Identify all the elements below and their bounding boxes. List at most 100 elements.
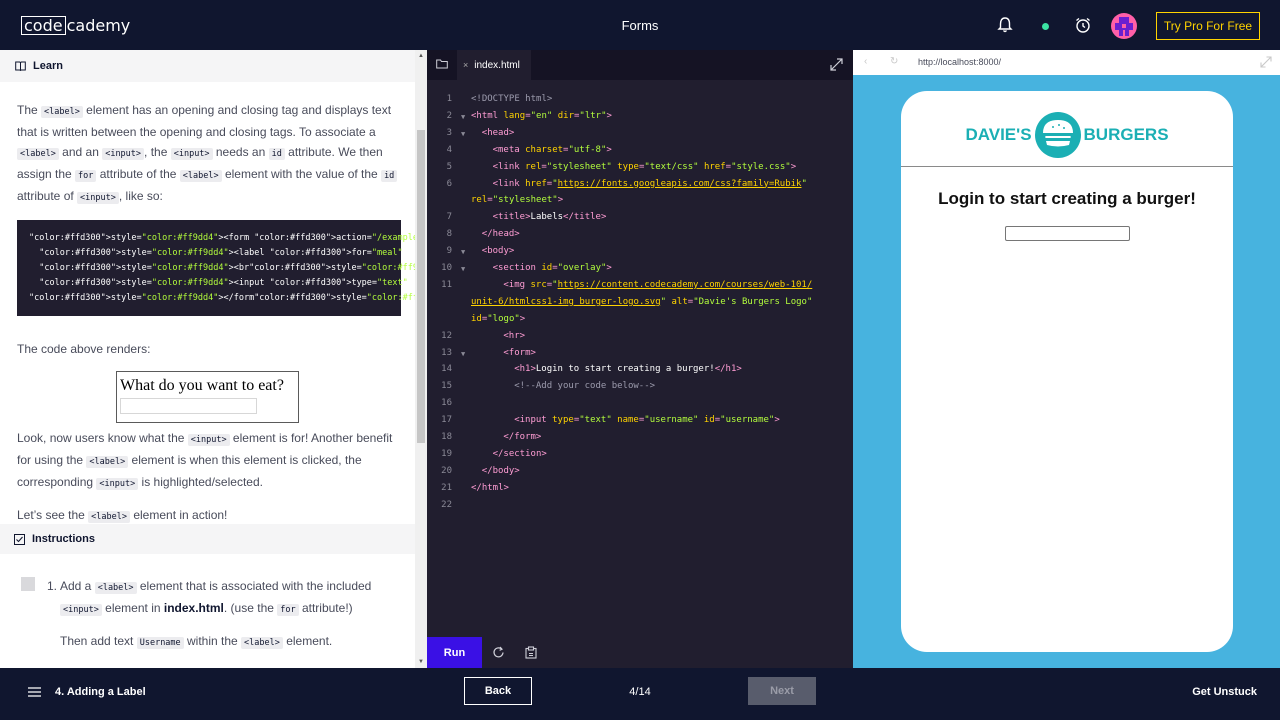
code-line: </html> — [471, 482, 509, 493]
tab-label: index.html — [474, 59, 520, 71]
copy-icon[interactable] — [525, 646, 537, 659]
line-number: 8 — [446, 229, 452, 240]
browser-preview: ‹ ↻ http://localhost:8000/ DAVIE'S BURGE… — [853, 50, 1280, 668]
code-line: <h1>Login to start creating a burger!</h… — [514, 364, 742, 375]
bell-icon[interactable] — [996, 16, 1014, 34]
line-number: 7 — [446, 212, 452, 223]
browser-expand-icon[interactable] — [1260, 56, 1272, 68]
brand-right-text: BURGERS — [1083, 125, 1169, 144]
fold-arrow-icon[interactable]: ▼ — [461, 244, 465, 261]
avatar[interactable] — [1111, 13, 1137, 39]
scrollbar-thumb[interactable] — [417, 130, 425, 443]
line-number: 14 — [441, 364, 452, 375]
preview-page: DAVIE'S BURGERS Login to start creating … — [901, 91, 1233, 652]
inline-code: id — [268, 148, 285, 160]
editor-tab-bar: × index.html — [427, 50, 853, 80]
instructions-label: Instructions — [32, 533, 95, 545]
preview-heading: Login to start creating a burger! — [938, 189, 1196, 208]
run-button[interactable]: Run — [427, 637, 482, 668]
fold-arrow-icon[interactable]: ▼ — [461, 261, 465, 278]
line-number: 16 — [441, 398, 452, 409]
line-number: 1 — [446, 94, 452, 104]
line-number: 15 — [441, 381, 452, 392]
top-bar: code cademy Forms Try Pro For Free — [0, 0, 1280, 50]
code-line: <link href="https://fonts.googleapis.com… — [492, 178, 807, 189]
rendered-label: What do you want to eat? — [120, 377, 284, 394]
menu-icon[interactable] — [28, 687, 41, 697]
inline-code: <label> — [88, 511, 130, 523]
line-number: 5 — [446, 161, 452, 172]
tab-index-html[interactable]: × index.html — [457, 50, 531, 80]
code-line: <section id="overlay"> — [492, 263, 612, 273]
bottom-bar: 4. Adding a Label Back 4/14 Next Get Uns… — [0, 668, 1280, 720]
line-number: 9 — [446, 246, 452, 257]
username-input[interactable] — [1005, 226, 1130, 241]
inline-code: for — [75, 170, 97, 182]
inline-code: id — [381, 170, 398, 182]
alarm-clock-icon[interactable] — [1074, 16, 1092, 34]
line-number: 22 — [441, 499, 452, 510]
browser-refresh-icon[interactable]: ↻ — [890, 56, 898, 67]
line-number: 19 — [441, 448, 452, 459]
code-line: <meta charset="utf-8"> — [492, 144, 612, 155]
reset-icon[interactable] — [492, 646, 505, 659]
browser-url-bar: ‹ ↻ http://localhost:8000/ — [853, 50, 1280, 75]
line-number: 17 — [441, 415, 452, 426]
code-line: rel="stylesheet"> — [471, 195, 564, 206]
rendered-input — [120, 398, 257, 414]
code-line: </form> — [503, 432, 542, 442]
expand-icon[interactable] — [830, 58, 843, 71]
line-number: 2 — [446, 110, 452, 121]
inline-code: <input> — [96, 478, 139, 490]
learn-panel: Learn The <label> element has an opening… — [0, 50, 427, 668]
avatar-pattern-icon — [1115, 17, 1133, 36]
try-pro-button[interactable]: Try Pro For Free — [1156, 12, 1260, 40]
instruction-then: Then add text Username within the <label… — [60, 634, 333, 649]
line-number: 20 — [441, 465, 452, 476]
code-line: <head> — [481, 127, 515, 138]
lesson-content: The <label> element has an opening and c… — [17, 100, 427, 527]
instruction-text: Add a <label> element that is associated… — [60, 579, 372, 616]
brand-left-text: DAVIE'S — [965, 125, 1032, 144]
code-line: <!--Add your code below--> — [514, 381, 656, 392]
code-line: <title>Labels</title> — [492, 212, 607, 223]
lesson-title[interactable]: 4. Adding a Label — [55, 686, 146, 698]
inline-code: for — [277, 604, 299, 616]
run-bar: Run — [427, 637, 853, 668]
scroll-up-arrow-icon[interactable]: ▲ — [418, 53, 424, 59]
next-button[interactable]: Next — [748, 677, 816, 705]
code-line: unit-6/htmlcss1-img_burger-logo.svg" alt… — [471, 296, 813, 307]
renders-text: The code above renders: — [17, 342, 151, 356]
back-button[interactable]: Back — [464, 677, 532, 705]
task-checkbox[interactable] — [21, 577, 35, 591]
inline-code: <input> — [187, 434, 230, 446]
fold-arrow-icon[interactable]: ▼ — [461, 109, 465, 126]
inline-code: <label> — [94, 582, 137, 594]
lesson-progress: 4/14 — [629, 686, 651, 698]
code-line: <html lang="en" dir="ltr"> — [471, 110, 612, 121]
browser-url[interactable]: http://localhost:8000/ — [918, 57, 1001, 67]
code-line: <body> — [481, 246, 515, 257]
instructions-header: Instructions — [0, 524, 415, 554]
line-number: 6 — [446, 178, 452, 189]
get-unstuck-button[interactable]: Get Unstuck — [1192, 686, 1257, 698]
folder-icon[interactable] — [436, 59, 448, 69]
inline-code: <label> — [241, 637, 283, 649]
instruction-list: 1. Add a <label> element that is associa… — [47, 576, 397, 668]
code-line: <img src="https://content.codecademy.com… — [503, 279, 813, 290]
inline-code: Username — [136, 637, 184, 649]
instruction-item: 1. Add a <label> element that is associa… — [47, 576, 397, 620]
close-tab-icon[interactable]: × — [463, 60, 468, 70]
scroll-down-arrow-icon[interactable]: ▼ — [418, 659, 424, 665]
browser-back-icon[interactable]: ‹ — [864, 56, 867, 67]
rendered-example: What do you want to eat? — [116, 371, 299, 423]
learn-tab-label: Learn — [33, 60, 63, 72]
learn-header: Learn — [0, 50, 427, 82]
divider — [901, 166, 1233, 167]
inline-code: <label> — [179, 170, 222, 182]
lesson-paragraph-1: The <label> element has an opening and c… — [17, 100, 401, 208]
fold-arrow-icon[interactable]: ▼ — [461, 126, 465, 143]
inline-code: <label> — [41, 106, 83, 118]
line-number: 12 — [441, 330, 452, 341]
fold-arrow-icon[interactable]: ▼ — [461, 346, 465, 363]
